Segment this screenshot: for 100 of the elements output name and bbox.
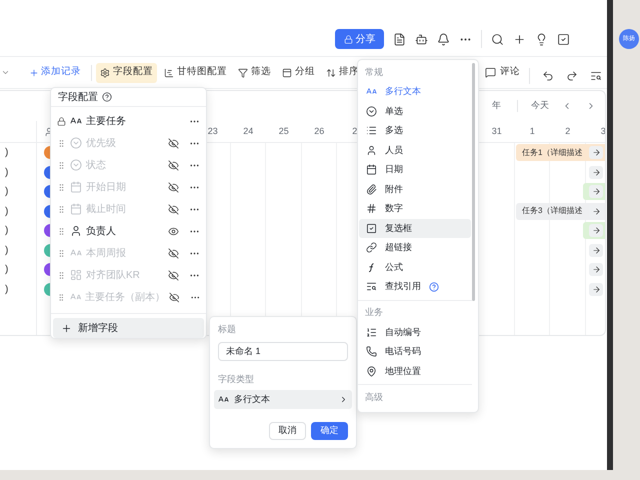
plus-icon[interactable] bbox=[513, 32, 526, 46]
jump-button[interactable] bbox=[589, 282, 603, 296]
eye-off-icon[interactable] bbox=[168, 182, 179, 192]
menu-item[interactable]: 单选 bbox=[359, 102, 471, 121]
date-label: 1 bbox=[530, 124, 535, 138]
field-name: 主要任务（副本） bbox=[85, 290, 166, 304]
drag-handle-icon[interactable] bbox=[57, 160, 66, 170]
jump-button[interactable] bbox=[589, 146, 603, 159]
dropdown-icon bbox=[70, 159, 82, 171]
menu-item[interactable]: 多选 bbox=[359, 121, 471, 140]
menu-item[interactable]: 超链接 bbox=[359, 238, 471, 258]
search-icon[interactable] bbox=[491, 32, 504, 46]
redo-icon[interactable] bbox=[566, 70, 578, 82]
confirm-button[interactable]: 确定 bbox=[311, 422, 348, 440]
menu-item[interactable]: 查找引用 bbox=[359, 277, 471, 296]
jump-button[interactable] bbox=[589, 244, 603, 256]
hash-icon bbox=[366, 203, 377, 214]
eye-off-icon[interactable] bbox=[169, 292, 180, 302]
menu-item[interactable]: 公式 bbox=[359, 258, 471, 277]
eye-off-icon[interactable] bbox=[168, 138, 179, 148]
lock-icon bbox=[57, 116, 66, 126]
dropdown-icon bbox=[70, 137, 82, 149]
share-button[interactable]: 分享 bbox=[335, 29, 384, 49]
menu-item[interactable]: 电话号码 bbox=[359, 342, 471, 362]
comment-icon bbox=[485, 66, 496, 78]
field-row[interactable]: 主要任务 bbox=[51, 110, 206, 132]
arrow-icon bbox=[592, 206, 600, 216]
drag-handle-icon[interactable] bbox=[57, 138, 66, 148]
caret-icon[interactable] bbox=[1, 68, 10, 77]
toolbar-tab[interactable]: 甘特图配置 bbox=[160, 62, 231, 82]
scale-option[interactable]: 年 bbox=[492, 99, 501, 113]
jump-button[interactable] bbox=[589, 224, 603, 237]
eye-off-icon[interactable] bbox=[168, 160, 179, 170]
drag-handle-icon[interactable] bbox=[57, 204, 66, 214]
jump-button[interactable] bbox=[589, 185, 603, 198]
jump-button[interactable] bbox=[589, 166, 603, 178]
menu-item[interactable]: 日期 bbox=[359, 160, 471, 180]
menu-item[interactable]: 多行文本 bbox=[359, 82, 471, 102]
scrollbar-thumb[interactable] bbox=[472, 63, 475, 301]
toolbar-tab[interactable]: 筛选 bbox=[234, 62, 275, 82]
undo-icon[interactable] bbox=[542, 70, 554, 82]
drag-handle-icon[interactable] bbox=[57, 248, 66, 258]
help-icon[interactable] bbox=[102, 92, 112, 102]
task-title: ) bbox=[5, 185, 8, 200]
menu-item[interactable]: 复选框 bbox=[359, 218, 471, 238]
drag-handle-icon[interactable] bbox=[57, 270, 66, 280]
eye-off-icon[interactable] bbox=[168, 204, 179, 214]
calendar-icon bbox=[70, 181, 82, 193]
comment-button[interactable]: 评论 bbox=[485, 65, 520, 80]
checkbox-icon[interactable] bbox=[557, 32, 570, 46]
task-title: ) bbox=[5, 224, 8, 238]
menu-item[interactable]: 附件 bbox=[359, 180, 471, 199]
add-field-button[interactable]: 新增字段 bbox=[53, 318, 204, 338]
checkbox-icon bbox=[366, 222, 377, 234]
lookup-icon bbox=[366, 281, 377, 292]
arrow-icon bbox=[592, 187, 600, 196]
drag-handle-icon[interactable] bbox=[57, 226, 66, 236]
task-title: ) bbox=[5, 282, 8, 297]
title-input[interactable]: 未命名 1 bbox=[218, 342, 348, 360]
date-label: 25 bbox=[278, 124, 289, 138]
calendar-icon bbox=[366, 164, 377, 176]
field-label: 标题 bbox=[218, 323, 237, 336]
toolbar-tab[interactable]: 字段配置 bbox=[96, 62, 157, 82]
paperclip-icon bbox=[366, 184, 377, 195]
menu-item[interactable]: 人员 bbox=[359, 140, 471, 160]
lock-icon bbox=[344, 34, 352, 44]
menu-item[interactable]: 数字 bbox=[359, 199, 471, 218]
today-button[interactable]: 今天 bbox=[531, 99, 549, 113]
document-icon[interactable] bbox=[393, 32, 406, 46]
eye-icon[interactable] bbox=[168, 226, 179, 236]
popover-title: 字段配置 bbox=[58, 90, 98, 104]
bell-icon[interactable] bbox=[437, 32, 450, 46]
field-label: 字段类型 bbox=[218, 372, 255, 386]
robot-icon[interactable] bbox=[415, 32, 428, 46]
field-row[interactable]: 负责人 bbox=[51, 220, 206, 242]
type-select[interactable]: 多行文本 bbox=[214, 390, 352, 409]
eye-off-icon[interactable] bbox=[168, 248, 179, 258]
task-bar[interactable] bbox=[583, 222, 605, 239]
plus-icon bbox=[61, 322, 72, 334]
arrow-icon bbox=[592, 284, 600, 294]
link-icon bbox=[366, 242, 377, 254]
task-bar[interactable] bbox=[583, 183, 605, 200]
task-bar[interactable]: 任务1（详细描述 bbox=[516, 144, 605, 161]
date-label: 31 bbox=[492, 124, 502, 138]
find-icon[interactable] bbox=[590, 70, 602, 82]
field-name: 本周周报 bbox=[86, 246, 127, 260]
task-label: 任务1（详细描述 bbox=[522, 146, 582, 158]
jump-button[interactable] bbox=[589, 263, 603, 276]
menu-item[interactable]: 地理位置 bbox=[359, 362, 471, 381]
plus-icon bbox=[29, 68, 39, 78]
drag-handle-icon[interactable] bbox=[57, 182, 66, 192]
drag-handle-icon[interactable] bbox=[57, 292, 66, 302]
cancel-button[interactable]: 取消 bbox=[269, 422, 306, 440]
lightbulb-icon[interactable] bbox=[535, 32, 548, 46]
task-bar[interactable]: 任务3（详细描述 bbox=[516, 202, 605, 220]
add-record-button[interactable]: 添加记录 bbox=[29, 65, 81, 80]
toolbar-tab[interactable]: 分组 bbox=[278, 62, 319, 82]
eye-off-icon[interactable] bbox=[168, 270, 179, 280]
date-label: 3 bbox=[600, 124, 605, 138]
menu-item[interactable]: 自动编号 bbox=[359, 322, 471, 342]
